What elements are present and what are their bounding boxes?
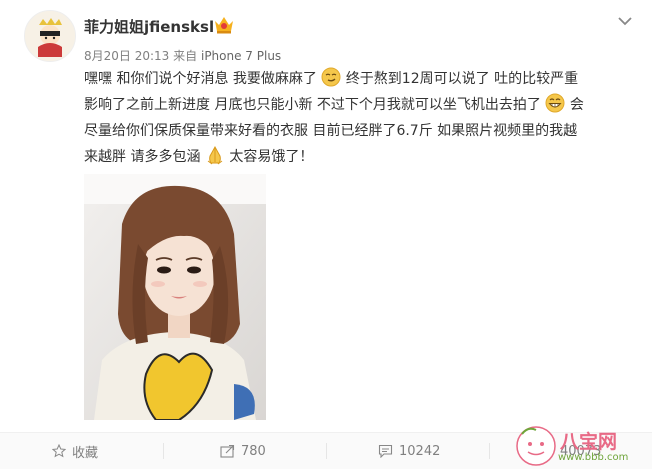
- repost-count: 780: [241, 443, 266, 459]
- post-text-line: 来越胖 请多多包涵 太容易饿了！: [84, 144, 636, 170]
- post-photo[interactable]: [84, 174, 266, 420]
- grin-emoji-icon: [545, 93, 565, 113]
- comment-count: 10242: [399, 443, 441, 459]
- action-divider: [326, 443, 327, 459]
- favorite-label: 收藏: [72, 445, 99, 461]
- post-text-segment: 来越胖 请多多包涵: [84, 149, 201, 165]
- post-text-line: 嘿嘿 和你们说个好消息 我要做麻麻了 终于熬到12周可以说了 吐的比较严重: [84, 66, 636, 92]
- source-prefix: 来自: [173, 49, 198, 63]
- watermark-site: www.bbb.com: [558, 452, 629, 463]
- post-text-segment: 太容易饿了！: [229, 149, 314, 165]
- watermark-logo: 八宝网 www.bbb.com: [514, 424, 644, 468]
- post-text-segment: 嘿嘿 和你们说个好消息 我要做麻麻了: [84, 71, 317, 87]
- action-divider: [489, 443, 490, 459]
- user-avatar[interactable]: [24, 10, 76, 62]
- username[interactable]: 菲力姐姐jfiensksl: [84, 16, 214, 37]
- comment-icon: [378, 444, 393, 458]
- post-text-segment: 尽量给你们保质保量带来好看的衣服 目前已经胖了6.7斤 如果照片视频里的我越: [84, 123, 578, 139]
- post-meta: 8月20日 20:13 来自 iPhone 7 Plus: [84, 47, 281, 64]
- post-text-segment: 影响了之前上新进度 月底也只能小新 不过下个月我就可以坐飞机出去拍了: [84, 97, 541, 113]
- post-text-segment: 终于熬到12周可以说了 吐的比较严重: [345, 71, 579, 87]
- weibo-post-card: 菲力姐姐jfiensksl 8月20日 20:13 来自 iPhone 7 Pl…: [0, 0, 652, 469]
- post-text-line: 影响了之前上新进度 月底也只能小新 不过下个月我就可以坐飞机出去拍了 会: [84, 92, 636, 118]
- vip-crown-icon: [212, 13, 236, 35]
- post-text-line: 尽量给你们保质保量带来好看的衣服 目前已经胖了6.7斤 如果照片视频里的我越: [84, 118, 636, 144]
- repost-icon: [220, 444, 235, 458]
- post-date[interactable]: 8月20日 20:13: [84, 49, 169, 63]
- post-text-segment: 会: [569, 97, 584, 113]
- pray-emoji-icon: [207, 145, 223, 165]
- post-source: iPhone 7 Plus: [200, 49, 282, 63]
- post-text: 嘿嘿 和你们说个好消息 我要做麻麻了 终于熬到12周可以说了 吐的比较严重 影响…: [84, 66, 636, 170]
- smirk-emoji-icon: [321, 67, 341, 87]
- chevron-down-icon[interactable]: [616, 12, 634, 30]
- comment-button[interactable]: 10242: [378, 433, 440, 469]
- repost-button[interactable]: 780: [220, 433, 266, 469]
- action-divider: [163, 443, 164, 459]
- svg-text:八宝网: 八宝网: [560, 430, 617, 453]
- star-icon: [52, 444, 66, 458]
- favorite-button[interactable]: 收藏: [52, 433, 98, 469]
